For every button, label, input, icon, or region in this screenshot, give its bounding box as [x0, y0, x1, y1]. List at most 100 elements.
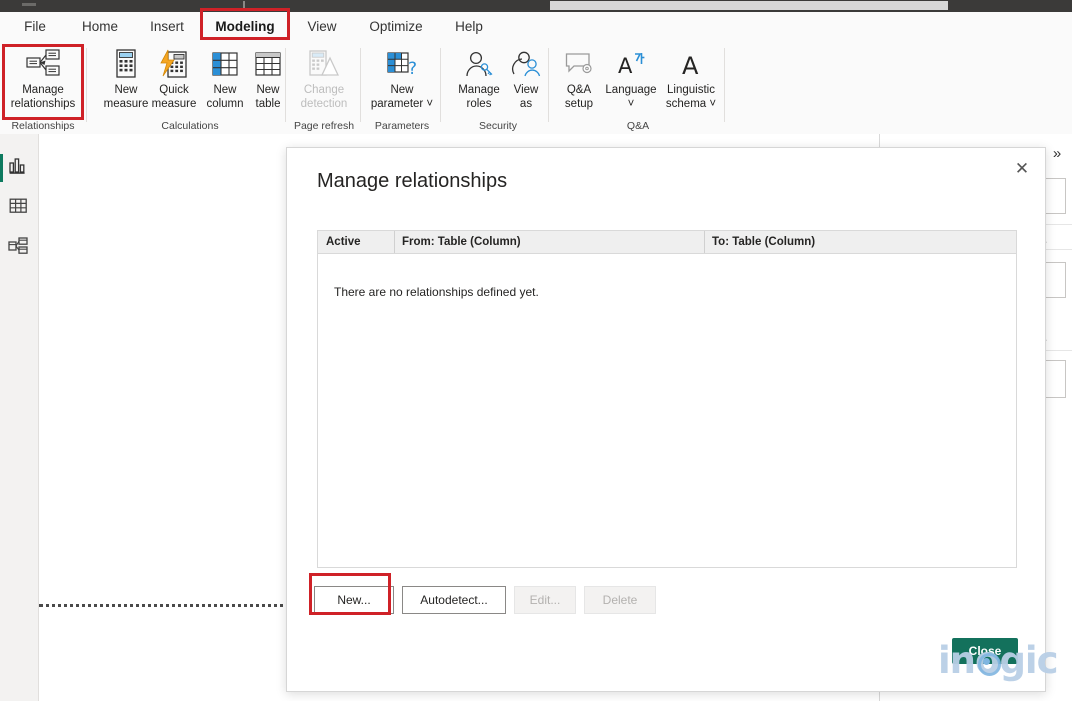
- ribbon-group-separator: [360, 48, 361, 122]
- ribbon-body: Manage relationships Relationships New mea…: [0, 42, 1072, 135]
- language-button[interactable]: A Language ˅: [602, 46, 660, 111]
- power-bi-desktop-window: File Home Insert Modeling View Optimize Help M…: [0, 0, 1072, 701]
- view-as-icon: [506, 46, 546, 82]
- svg-text:A: A: [682, 52, 699, 77]
- ribbon-group-qna: Q&A setup A Language ˅ A Linguistic schema ˅…: [552, 42, 724, 134]
- relationships-icon: [4, 46, 82, 82]
- relationships-table: Active From: Table (Column) To: Table (Col…: [317, 230, 1017, 568]
- manage-relationships-button[interactable]: Manage relationships: [4, 46, 82, 111]
- ribbon-group-parameters: ? New parameter ˅ Parameters: [364, 42, 440, 134]
- close-button[interactable]: Close: [952, 638, 1018, 664]
- ribbon-group-calculations: New measureQuick measureNew columnNew ta…: [95, 42, 285, 134]
- title-caret: [243, 1, 245, 10]
- svg-text:A: A: [618, 54, 633, 77]
- ribbon-group-label: Security: [448, 120, 548, 132]
- tab-label: Modeling: [215, 19, 274, 34]
- ribbon-group-label: Page refresh: [288, 120, 360, 132]
- column-header-from[interactable]: From: Table (Column): [402, 231, 521, 253]
- sidebar-item-model-view[interactable]: [0, 228, 38, 268]
- ribbon-group-security: Manage rolesView as Security: [448, 42, 548, 134]
- tab-optimize[interactable]: Optimize: [356, 12, 436, 42]
- ribbon-group-separator: [724, 48, 725, 122]
- manage-relationships-dialog: ✕ Manage relationships Active From: Table…: [286, 147, 1046, 692]
- quick-measure-icon: [147, 46, 201, 82]
- table-grid-icon: [9, 197, 29, 220]
- ribbon-group-label: Relationships: [0, 120, 86, 132]
- table-header-row: Active From: Table (Column) To: Table (Col…: [318, 231, 1016, 254]
- new-measure-button[interactable]: New measure: [99, 46, 153, 111]
- ribbon-group-relationships: Manage relationships Relationships: [0, 42, 86, 134]
- manage-roles-icon: [452, 46, 506, 82]
- qna-setup-icon: [556, 46, 602, 82]
- ribbon-button-label: Q&A setup: [556, 84, 602, 111]
- manage-roles-button[interactable]: Manage roles: [452, 46, 506, 111]
- dialog-action-buttons: New... Autodetect... Edit... Delete: [287, 586, 1047, 626]
- empty-state-message: There are no relationships defined yet.: [334, 285, 539, 299]
- ribbon-button-label: New column: [201, 84, 249, 111]
- new-table-button[interactable]: New table: [247, 46, 289, 111]
- ribbon-group-page-refresh: Change detection Page refresh: [288, 42, 360, 134]
- ribbon-button-label: New parameter ˅: [364, 84, 440, 111]
- ribbon-button-label: Linguistic schema ˅: [660, 84, 722, 111]
- ribbon-group-label: Parameters: [364, 120, 440, 132]
- column-header-to[interactable]: To: Table (Column): [712, 231, 815, 253]
- tab-insert[interactable]: Insert: [138, 12, 196, 42]
- model-schema-icon: [8, 237, 30, 260]
- ribbon-group-separator: [440, 48, 441, 122]
- new-table-icon: [247, 46, 289, 82]
- new-column-button[interactable]: New column: [201, 46, 249, 111]
- new-parameter-button[interactable]: ? New parameter ˅: [364, 46, 440, 111]
- hamburger-icon[interactable]: [22, 3, 36, 6]
- ribbon-button-label: Language ˅: [602, 84, 660, 111]
- ribbon-tab-strip: File Home Insert Modeling View Optimize Help: [0, 12, 1072, 42]
- linguistic-schema-button[interactable]: A Linguistic schema ˅: [660, 46, 722, 111]
- linguistic-schema-icon: A: [660, 46, 722, 82]
- ribbon-button-label: New table: [247, 84, 289, 111]
- view-switcher-rail: [0, 134, 39, 701]
- sidebar-item-report-view[interactable]: [0, 148, 38, 188]
- edit-button: Edit...: [514, 586, 576, 614]
- dialog-title: Manage relationships: [317, 170, 507, 193]
- window-title-bar: [0, 0, 1072, 12]
- ribbon-button-label: Quick measure: [147, 84, 201, 111]
- tab-label: File: [24, 19, 46, 34]
- new-parameter-icon: ?: [364, 46, 440, 82]
- change-detection-icon: [290, 46, 358, 82]
- column-header-active[interactable]: Active: [326, 231, 361, 253]
- ribbon-button-label: New measure: [99, 84, 153, 111]
- tab-view[interactable]: View: [298, 12, 346, 42]
- ribbon-group-separator: [548, 48, 549, 122]
- ribbon-button-label: Change detection: [290, 84, 358, 111]
- tab-label: Home: [82, 19, 118, 34]
- tab-modeling[interactable]: Modeling: [203, 12, 287, 42]
- ribbon-group-separator: [285, 48, 286, 122]
- ribbon-button-label: View as: [506, 84, 546, 111]
- language-icon: A: [602, 46, 660, 82]
- tab-file[interactable]: File: [12, 12, 58, 42]
- ribbon-group-label: Calculations: [95, 120, 285, 132]
- qna-setup-button[interactable]: Q&A setup: [556, 46, 602, 111]
- autodetect-button[interactable]: Autodetect...: [402, 586, 506, 614]
- change-detection-button: Change detection: [290, 46, 358, 111]
- tab-label: View: [307, 19, 336, 34]
- calculator-icon: [99, 46, 153, 82]
- ribbon-button-label: Manage roles: [452, 84, 506, 111]
- column-divider[interactable]: [704, 231, 705, 253]
- ribbon-group-separator: [86, 48, 87, 122]
- global-search-input[interactable]: [550, 1, 948, 10]
- tab-help[interactable]: Help: [446, 12, 492, 42]
- chevron-double-right-icon[interactable]: »: [1046, 142, 1068, 164]
- quick-measure-button[interactable]: Quick measure: [147, 46, 201, 111]
- tab-active-indicator: [217, 37, 273, 40]
- svg-text:?: ?: [408, 59, 417, 76]
- sidebar-item-data-view[interactable]: [0, 188, 38, 228]
- new-column-icon: [201, 46, 249, 82]
- view-as-button[interactable]: View as: [506, 46, 546, 111]
- delete-button: Delete: [584, 586, 656, 614]
- tab-label: Optimize: [369, 19, 422, 34]
- tab-label: Insert: [150, 19, 184, 34]
- new-button[interactable]: New...: [314, 586, 394, 614]
- column-divider[interactable]: [394, 231, 395, 253]
- tab-home[interactable]: Home: [70, 12, 130, 42]
- close-icon[interactable]: ✕: [1009, 156, 1035, 182]
